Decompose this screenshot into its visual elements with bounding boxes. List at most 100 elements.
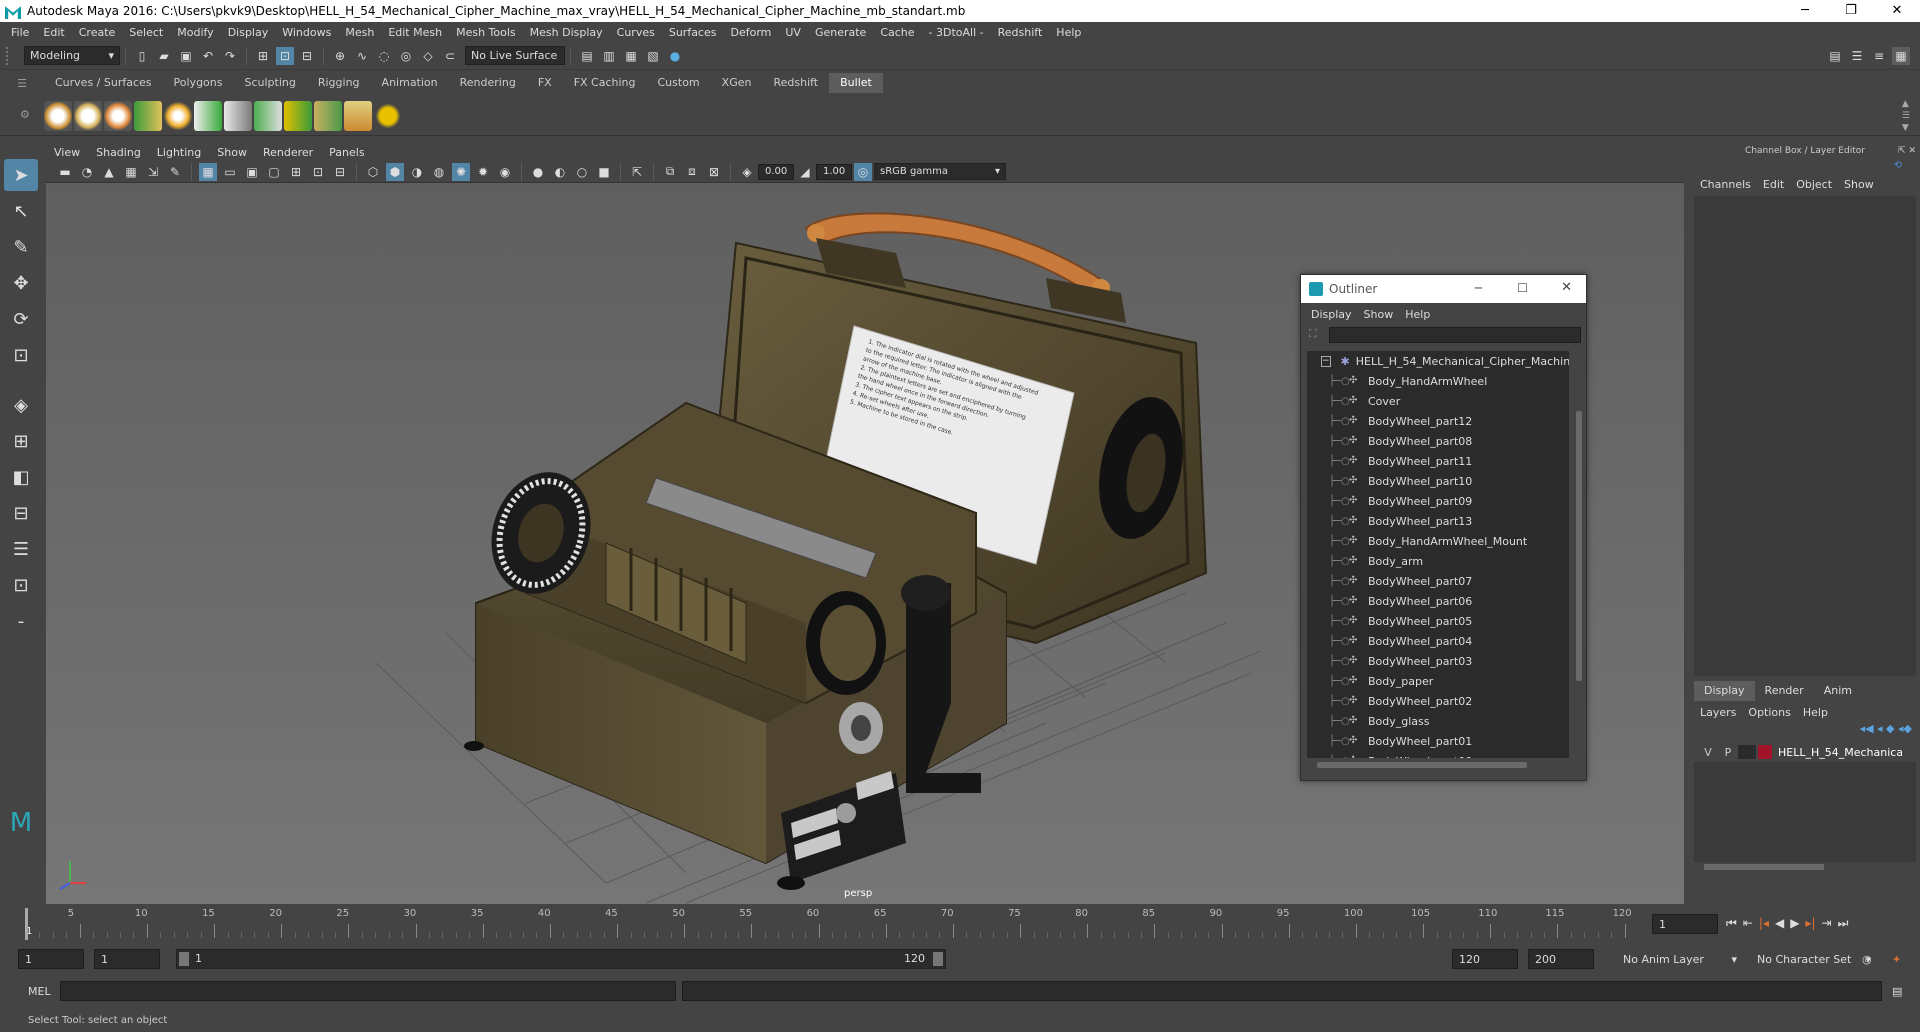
tool-settings-icon[interactable]: ≡ [1870,47,1888,65]
outliner-item[interactable]: ├─○ ✣ BodyWheel_part01 [1307,731,1569,751]
viewport-menu-view[interactable]: View [46,146,88,159]
outliner-item[interactable]: ├─○ ✣ BodyWheel_part02 [1307,691,1569,711]
open-scene-icon[interactable]: ▰ [155,47,173,65]
outliner-item[interactable]: ├─○ ✣ BodyWheel_part11 [1307,451,1569,471]
select-object-icon[interactable]: ⊡ [276,46,294,65]
menu-cache[interactable]: Cache [873,26,921,39]
range-start-handle[interactable] [179,952,189,966]
menu-edit[interactable]: Edit [36,26,71,39]
shelf-tab-custom[interactable]: Custom [647,73,711,93]
outliner-item[interactable]: ├─○ ✣ Cover [1307,391,1569,411]
current-frame-field[interactable]: 1 [1652,914,1718,934]
render-settings-icon[interactable]: ▧ [644,47,662,65]
animation-end-field[interactable]: 200 [1528,949,1594,969]
playback-end-field[interactable]: 120 [1452,949,1518,969]
viewport-menu-panels[interactable]: Panels [321,146,372,159]
2d-pan-zoom-icon[interactable]: ⇲ [144,163,162,181]
shelf-tab-animation[interactable]: Animation [371,73,449,93]
snap-surface-icon[interactable]: ◇ [419,47,437,65]
close-icon[interactable]: ✕ [1561,280,1572,295]
film-gate-icon[interactable]: ▭ [221,163,239,181]
outliner-item[interactable]: ├─○ ✣ BodyWheel_part09 [1307,491,1569,511]
nail-constraint-icon[interactable] [224,100,252,131]
maximize-button[interactable]: ❐ [1828,0,1874,22]
outliner-menu-help[interactable]: Help [1399,308,1436,321]
shadows-icon[interactable]: ✹ [474,163,492,181]
depth-of-field-icon[interactable]: ○ [573,163,591,181]
shelf-menu-icon[interactable]: ☰ [0,77,44,90]
layer-menu-options[interactable]: Options [1744,706,1798,719]
channel-menu-show[interactable]: Show [1840,178,1882,191]
layer-tab-anim[interactable]: Anim [1814,681,1862,701]
spring-constraint-icon[interactable] [284,100,312,131]
xray-components-icon[interactable]: ⧈ [683,163,701,181]
gate-mask-icon[interactable]: ▢ [265,163,283,181]
viewport-menu-show[interactable]: Show [209,146,255,159]
render-current-icon[interactable]: ▥ [600,47,618,65]
outliner-item[interactable]: ├─○ ✣ BodyWheel_part13 [1307,511,1569,531]
outliner-vscrollbar[interactable] [1575,351,1583,758]
ragdoll-icon[interactable] [314,100,342,131]
layer-hscroll-thumb[interactable] [1704,864,1824,870]
shatter-icon[interactable] [374,100,402,131]
safe-title-icon[interactable]: ⊟ [331,163,349,181]
layer-tab-display[interactable]: Display [1694,681,1755,701]
gamma-icon[interactable]: ◢ [796,163,814,181]
menu-uv[interactable]: UV [778,26,808,39]
select-component-icon[interactable]: ⊟ [298,47,316,65]
channel-box-icon[interactable]: ▦ [1892,46,1910,65]
menu-3dtoall[interactable]: - 3DtoAll - [922,26,991,39]
rigid-set-icon[interactable] [134,100,162,131]
shelf-tab-redshift[interactable]: Redshift [762,73,829,93]
exposure-icon[interactable]: ◈ [738,163,756,181]
outliner-item[interactable]: ├─○ ✣ BodyWheel_part05 [1307,611,1569,631]
menu-mesh[interactable]: Mesh [338,26,381,39]
menu-generate[interactable]: Generate [808,26,873,39]
passive-rigid-body-icon[interactable] [104,100,132,131]
range-end-handle[interactable] [933,952,943,966]
outliner-item[interactable]: ├─○ ✣ BodyWheel_part07 [1307,571,1569,591]
grid-toggle-icon[interactable]: ▦ [199,162,217,181]
float-close-icons[interactable]: ⇱ ✕ [1898,142,1916,160]
layer-menu-layers[interactable]: Layers [1696,706,1744,719]
isolate-select-icon[interactable]: ■ [595,163,613,181]
render-region-icon[interactable]: ▤ [578,47,596,65]
gamma-field[interactable]: 1.00 [816,163,852,180]
view-transform-dropdown[interactable]: sRGB gamma ▾ [874,163,1006,180]
screen-space-ao-icon[interactable]: ◉ [496,163,514,181]
safe-action-icon[interactable]: ⊡ [309,163,327,181]
menu-mesh-tools[interactable]: Mesh Tools [449,26,523,39]
step-forward-frame-icon[interactable]: ▸| [1805,916,1815,931]
shelf-tab-fx[interactable]: FX [527,73,563,93]
outliner-search-input[interactable] [1329,327,1581,343]
shelf-tab-polygons[interactable]: Polygons [163,73,234,93]
camera-attributes-icon[interactable]: ◔ [78,163,96,181]
persp-graph-layout-icon[interactable]: ⊟ [4,497,38,529]
snap-curve-icon[interactable]: ∿ [353,47,371,65]
snap-grid-icon[interactable]: ⊕ [331,47,349,65]
menu-mesh-display[interactable]: Mesh Display [523,26,610,39]
lasso-tool-icon[interactable]: ↖ [4,195,38,227]
camera-frame-icon[interactable]: ⊠ [705,163,723,181]
viewport-menu-lighting[interactable]: Lighting [149,146,209,159]
menu-redshift[interactable]: Redshift [991,26,1050,39]
ipr-render-icon[interactable]: ▦ [622,47,640,65]
magnet-icon[interactable]: ⊂ [441,47,459,65]
smooth-shade-icon[interactable]: ⬢ [386,162,404,181]
camera-select-icon[interactable]: ▬ [56,163,74,181]
range-bar[interactable]: 1 120 [176,949,946,969]
layer-color-swatch[interactable] [1758,745,1772,759]
image-plane-icon[interactable]: ▦ [122,163,140,181]
bookmark-icon[interactable]: ▲ [100,163,118,181]
menu-edit-mesh[interactable]: Edit Mesh [381,26,449,39]
shelf-tab-xgen[interactable]: XGen [711,73,763,93]
minimize-button[interactable]: ─ [1782,0,1828,22]
filter-icon[interactable]: ⛶ [1309,327,1317,341]
channel-menu-edit[interactable]: Edit [1759,178,1792,191]
toolbox-expand-icon[interactable]: - [4,605,38,637]
outliner-menu-display[interactable]: Display [1305,308,1358,321]
shelf-settings-icon[interactable]: ⚙ [20,108,30,121]
four-view-layout-icon[interactable]: ⊞ [4,425,38,457]
outliner-item[interactable]: ├─○ ✣ BodyWheel_part06 [1307,591,1569,611]
scale-tool-icon[interactable]: ⊡ [4,339,38,371]
